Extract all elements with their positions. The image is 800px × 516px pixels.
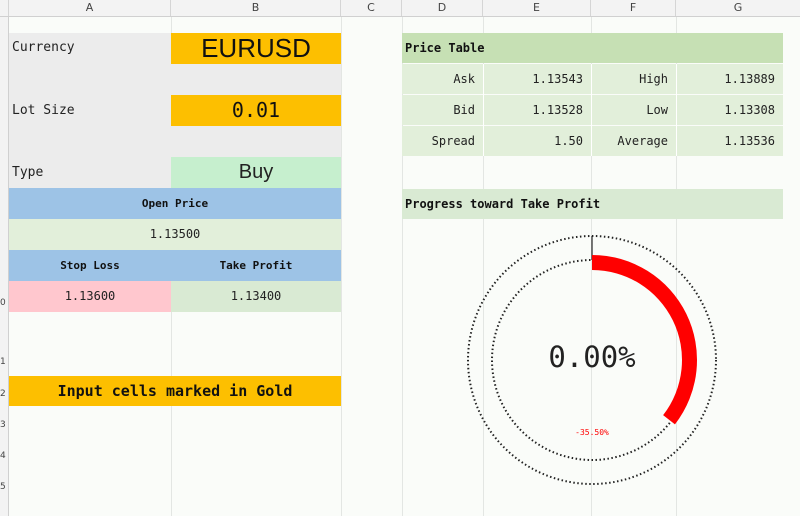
gold-input-note: Input cells marked in Gold <box>9 376 341 406</box>
spread-label: Spread <box>402 126 483 156</box>
currency-input[interactable]: EURUSD <box>171 33 341 64</box>
currency-label: Currency <box>9 33 171 64</box>
bid-label: Bid <box>402 95 483 125</box>
empty-cell[interactable] <box>9 126 171 157</box>
column-header-a[interactable]: A <box>9 0 171 16</box>
take-profit-header: Take Profit <box>171 250 341 281</box>
row-number[interactable]: 0 <box>0 298 8 308</box>
progress-title: Progress toward Take Profit <box>402 189 783 219</box>
low-label: Low <box>591 95 676 125</box>
bid-value[interactable]: 1.13528 <box>483 95 591 125</box>
select-all-corner[interactable] <box>0 0 9 16</box>
gridline <box>341 17 342 516</box>
table-separator <box>483 64 484 156</box>
low-value[interactable]: 1.13308 <box>676 95 783 125</box>
column-header-e[interactable]: E <box>483 0 591 16</box>
ask-value[interactable]: 1.13543 <box>483 64 591 94</box>
open-price-header: Open Price <box>9 188 341 219</box>
ask-label: Ask <box>402 64 483 94</box>
column-header-d[interactable]: D <box>402 0 483 16</box>
take-profit-value[interactable]: 1.13400 <box>171 281 341 312</box>
row-number[interactable]: 2 <box>0 389 8 399</box>
table-separator <box>676 64 677 156</box>
stop-loss-value[interactable]: 1.13600 <box>9 281 171 312</box>
price-table-title: Price Table <box>402 33 783 63</box>
column-header-b[interactable]: B <box>171 0 341 16</box>
empty-cell[interactable] <box>171 64 341 95</box>
row-number[interactable]: 5 <box>0 482 8 492</box>
high-label: High <box>591 64 676 94</box>
empty-cell[interactable] <box>171 126 341 157</box>
progress-gauge: 0.00% -35.50% <box>467 235 717 485</box>
average-value[interactable]: 1.13536 <box>676 126 783 156</box>
gauge-percent-label: 0.00% <box>548 340 635 374</box>
row-number[interactable]: 4 <box>0 451 8 461</box>
high-value[interactable]: 1.13889 <box>676 64 783 94</box>
empty-cell[interactable] <box>9 64 171 95</box>
row-number[interactable]: 3 <box>0 420 8 430</box>
lot-size-label: Lot Size <box>9 95 171 126</box>
row-header-strip: 0 1 2 3 4 5 <box>0 17 9 516</box>
open-price-value[interactable]: 1.13500 <box>9 219 341 250</box>
gauge-sub-label: -35.50% <box>575 428 609 437</box>
spread-value[interactable]: 1.50 <box>483 126 591 156</box>
stop-loss-header: Stop Loss <box>9 250 171 281</box>
row-number[interactable]: 1 <box>0 357 8 367</box>
column-header-c[interactable]: C <box>341 0 402 16</box>
type-value[interactable]: Buy <box>171 157 341 188</box>
average-label: Average <box>591 126 676 156</box>
type-label: Type <box>9 157 171 188</box>
column-header-g[interactable]: G <box>676 0 800 16</box>
column-header-bar: A B C D E F G <box>0 0 800 17</box>
table-separator <box>591 64 592 156</box>
column-header-f[interactable]: F <box>591 0 676 16</box>
lot-size-input[interactable]: 0.01 <box>171 95 341 126</box>
